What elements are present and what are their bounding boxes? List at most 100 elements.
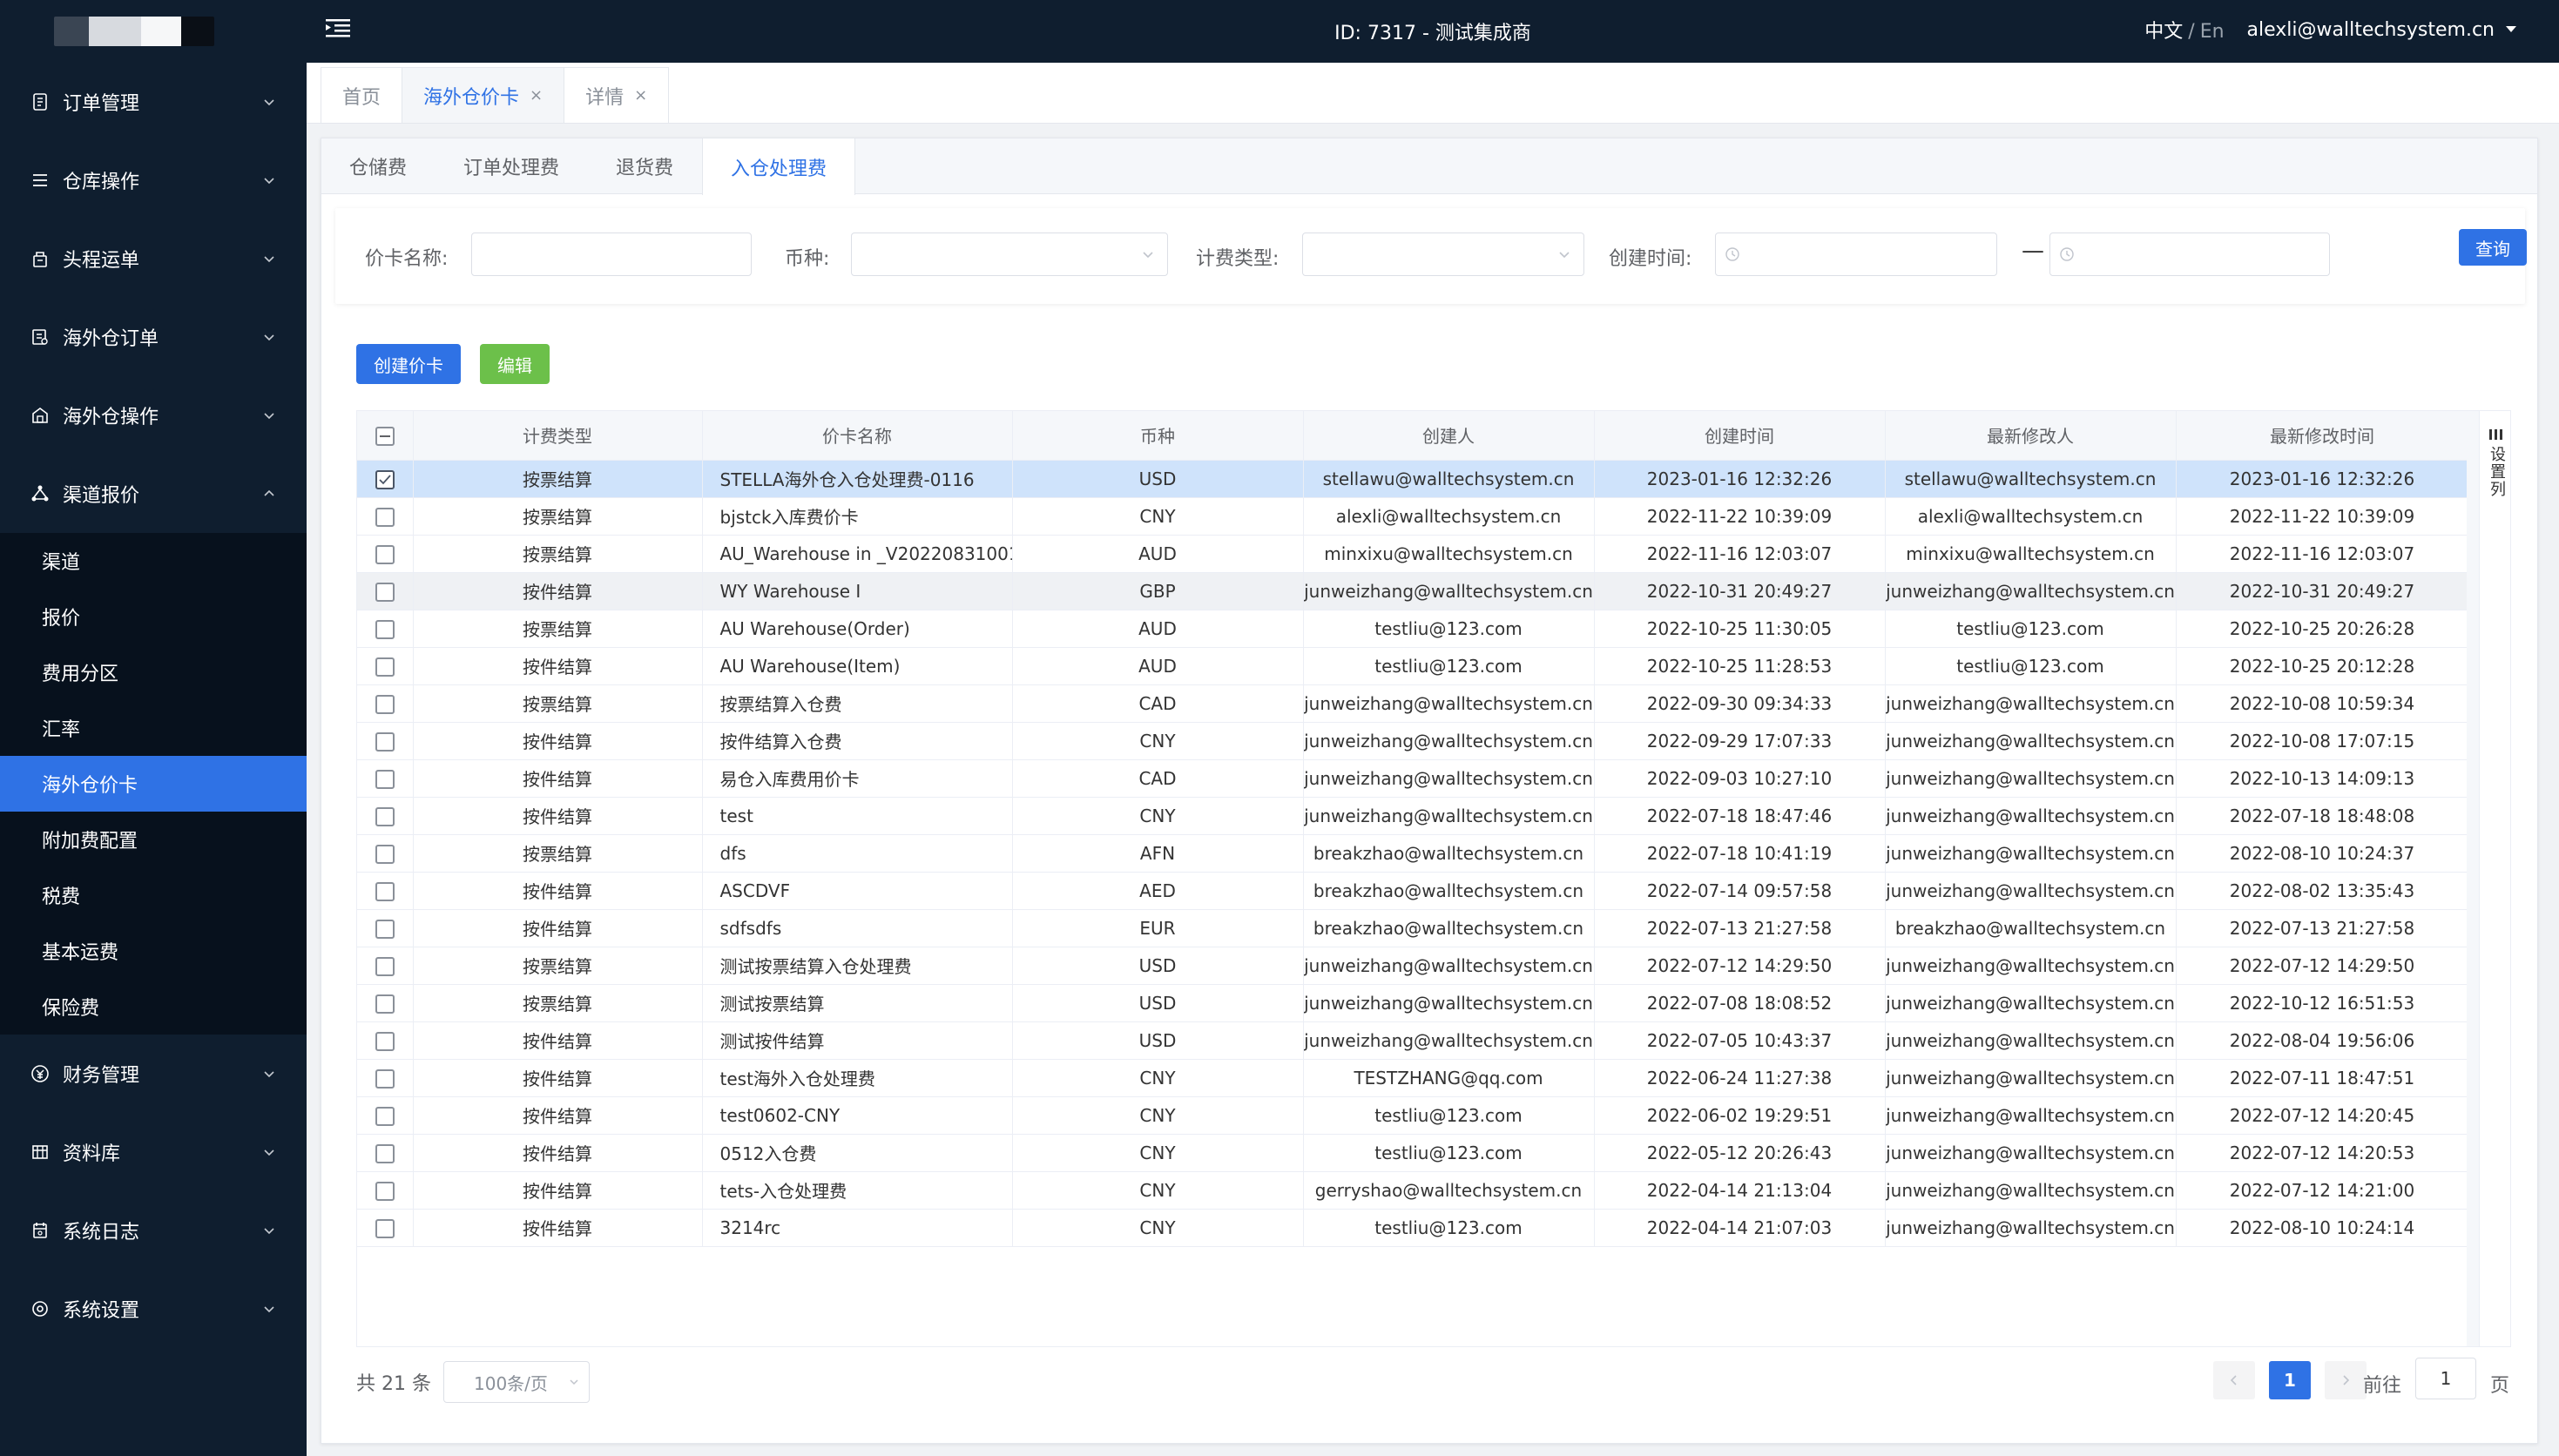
row-select-cell[interactable]: [357, 1096, 414, 1135]
goto-page-input[interactable]: 1: [2414, 1358, 2476, 1399]
submenu-item[interactable]: 渠道: [0, 533, 307, 589]
table-row[interactable]: 按件结算 按件结算入仓费 CNY junweizhang@walltechsystem…: [357, 722, 2469, 760]
table-row[interactable]: 按票结算 STELLA海外仓入仓处理费-0116 USD stellawu@wallt…: [357, 460, 2469, 498]
row-checkbox[interactable]: [375, 544, 395, 564]
close-icon[interactable]: ×: [530, 86, 543, 104]
row-select-cell[interactable]: [357, 797, 414, 835]
row-select-cell[interactable]: [357, 610, 414, 648]
row-checkbox[interactable]: [375, 1106, 395, 1126]
row-select-cell[interactable]: [357, 1209, 414, 1247]
table-row[interactable]: 按票结算 dfs AFN breakzhao@walltechsystem.cn 202…: [357, 834, 2469, 873]
row-checkbox[interactable]: [375, 769, 395, 789]
column-header[interactable]: 计费类型: [413, 411, 703, 461]
table-row[interactable]: 按票结算 测试按票结算 USD junweizhang@walltechsystem.…: [357, 984, 2469, 1022]
page-tab[interactable]: 首页: [321, 67, 403, 123]
table-row[interactable]: 按票结算 AU Warehouse(Order) AUD testliu@123.co…: [357, 610, 2469, 648]
menu-item[interactable]: 财务管理: [0, 1035, 307, 1113]
menu-item[interactable]: 海外仓订单: [0, 298, 307, 376]
table-row[interactable]: 按件结算 tets-入仓处理费 CNY gerryshao@walltechsyste…: [357, 1171, 2469, 1210]
table-row[interactable]: 按票结算 测试按票结算入仓处理费 USD junweizhang@walltechsy…: [357, 947, 2469, 985]
row-checkbox[interactable]: [375, 1181, 395, 1201]
table-row[interactable]: 按件结算 WY Warehouse I GBP junweizhang@walltec…: [357, 572, 2469, 610]
table-row[interactable]: 按票结算 AU_Warehouse in _V20220831001 AUD minx…: [357, 535, 2469, 573]
submenu-item[interactable]: 基本运费: [0, 923, 307, 979]
select-all-cell[interactable]: [357, 411, 414, 461]
create-price-card-button[interactable]: 创建价卡: [356, 344, 461, 384]
user-email[interactable]: alexli@walltechsystem.cn: [2247, 19, 2495, 41]
column-settings[interactable]: 设置列: [2479, 411, 2510, 1346]
page-tab[interactable]: 海外仓价卡 ×: [402, 67, 565, 123]
user-menu[interactable]: alexli@walltechsystem.cn: [2247, 19, 2517, 41]
column-header[interactable]: 创建时间: [1594, 411, 1886, 461]
start-date-input[interactable]: [1715, 233, 1997, 276]
submenu-item[interactable]: 税费: [0, 867, 307, 923]
row-checkbox[interactable]: [375, 694, 395, 714]
row-select-cell[interactable]: [357, 572, 414, 610]
row-select-cell[interactable]: [357, 872, 414, 910]
lang-en-option[interactable]: En: [2200, 21, 2225, 43]
fee-tab[interactable]: 退货费: [588, 138, 702, 194]
row-checkbox[interactable]: [375, 507, 395, 527]
table-row[interactable]: 按件结算 sdfsdfs EUR breakzhao@walltechsystem.c…: [357, 909, 2469, 947]
close-icon[interactable]: ×: [634, 86, 647, 104]
row-checkbox[interactable]: [375, 844, 395, 864]
row-select-cell[interactable]: [357, 535, 414, 573]
submenu-item[interactable]: 报价: [0, 589, 307, 644]
menu-item[interactable]: 仓库操作: [0, 141, 307, 219]
page-size-select[interactable]: 100条/页: [443, 1361, 590, 1403]
table-row[interactable]: 按件结算 测试按件结算 USD junweizhang@walltechsystem.…: [357, 1021, 2469, 1060]
menu-item[interactable]: 订单管理: [0, 63, 307, 141]
next-page-button[interactable]: [2325, 1361, 2367, 1399]
table-row[interactable]: 按件结算 0512入仓费 CNY testliu@123.com 2022-05-12 …: [357, 1134, 2469, 1172]
table-row[interactable]: 按件结算 AU Warehouse(Item) AUD testliu@123.com…: [357, 647, 2469, 685]
row-select-cell[interactable]: [357, 1021, 414, 1060]
select-all-checkbox[interactable]: [375, 427, 395, 446]
row-checkbox[interactable]: [375, 469, 395, 489]
row-select-cell[interactable]: [357, 984, 414, 1022]
collapse-menu-icon[interactable]: [324, 14, 352, 42]
table-row[interactable]: 按件结算 test CNY junweizhang@walltechsystem.cn…: [357, 797, 2469, 835]
row-checkbox[interactable]: [375, 657, 395, 677]
fee-tab[interactable]: 入仓处理费: [702, 138, 856, 195]
row-select-cell[interactable]: [357, 909, 414, 947]
lang-zh-option[interactable]: 中文: [2144, 21, 2183, 43]
row-checkbox[interactable]: [375, 956, 395, 976]
submenu-item[interactable]: 汇率: [0, 700, 307, 756]
row-select-cell[interactable]: [357, 1171, 414, 1210]
submenu-item[interactable]: 海外仓价卡: [0, 756, 307, 812]
end-date-input[interactable]: [2049, 233, 2330, 276]
row-checkbox[interactable]: [375, 1218, 395, 1238]
page-tab[interactable]: 详情 ×: [564, 67, 670, 123]
submenu-item[interactable]: 费用分区: [0, 644, 307, 700]
table-row[interactable]: 按件结算 ASCDVF AED breakzhao@walltechsystem.cn…: [357, 872, 2469, 910]
edit-button[interactable]: 编辑: [480, 344, 550, 384]
row-select-cell[interactable]: [357, 1059, 414, 1097]
menu-item[interactable]: 系统设置: [0, 1270, 307, 1348]
submenu-item[interactable]: 附加费配置: [0, 812, 307, 867]
menu-item[interactable]: 资料库: [0, 1113, 307, 1191]
fee-tab[interactable]: 订单处理费: [436, 138, 588, 194]
column-header[interactable]: 最新修改时间: [2176, 411, 2469, 461]
row-checkbox[interactable]: [375, 1068, 395, 1089]
submenu-item[interactable]: 保险费: [0, 979, 307, 1035]
column-header[interactable]: 价卡名称: [702, 411, 1013, 461]
row-select-cell[interactable]: [357, 834, 414, 873]
row-checkbox[interactable]: [375, 1031, 395, 1051]
row-checkbox[interactable]: [375, 806, 395, 826]
table-row[interactable]: 按件结算 易仓入库费用价卡 CAD junweizhang@walltechsyste…: [357, 759, 2469, 798]
page-number-current[interactable]: 1: [2269, 1361, 2311, 1399]
currency-select[interactable]: [851, 233, 1168, 276]
menu-item[interactable]: 海外仓操作: [0, 376, 307, 455]
table-row[interactable]: 按件结算 test0602-CNY CNY testliu@123.com 2022-0…: [357, 1096, 2469, 1135]
vertical-scrollbar[interactable]: [2467, 411, 2479, 1346]
prev-page-button[interactable]: [2213, 1361, 2255, 1399]
column-header[interactable]: 币种: [1012, 411, 1304, 461]
row-select-cell[interactable]: [357, 497, 414, 536]
column-header[interactable]: 最新修改人: [1885, 411, 2177, 461]
column-header[interactable]: 创建人: [1303, 411, 1595, 461]
language-switch[interactable]: 中文 / En: [2144, 16, 2224, 44]
table-row[interactable]: 按件结算 test海外入仓处理费 CNY TESTZHANG@qq.com 2022-0…: [357, 1059, 2469, 1097]
table-row[interactable]: 按票结算 bjstck入库费价卡 CNY alexli@walltechsystem.…: [357, 497, 2469, 536]
menu-item[interactable]: 头程运单: [0, 219, 307, 298]
name-input[interactable]: [471, 233, 752, 276]
